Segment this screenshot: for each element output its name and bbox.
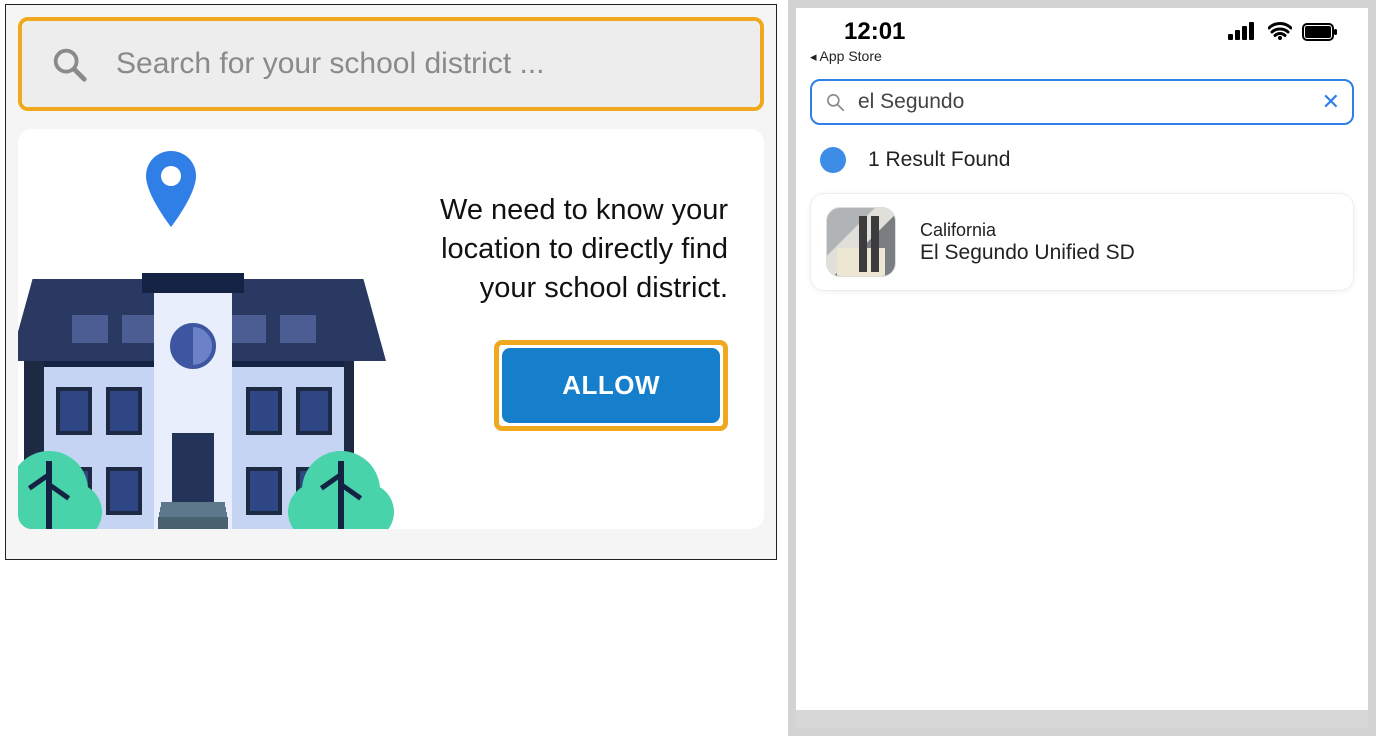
location-prompt-message: We need to know your location to directl… bbox=[400, 191, 728, 308]
battery-icon bbox=[1302, 23, 1338, 41]
phone-search-input[interactable]: el Segundo ✕ bbox=[810, 79, 1354, 125]
school-illustration bbox=[18, 147, 388, 529]
cellular-signal-icon bbox=[1228, 22, 1258, 42]
district-thumbnail bbox=[826, 207, 896, 277]
home-indicator-area bbox=[796, 710, 1368, 728]
phone-screen: 12:01 bbox=[796, 8, 1368, 728]
district-search-input[interactable]: Search for your school district ... bbox=[22, 21, 760, 107]
search-result-item[interactable]: California El Segundo Unified SD bbox=[810, 193, 1354, 291]
search-placeholder: Search for your school district ... bbox=[116, 47, 545, 81]
allow-button[interactable]: ALLOW bbox=[502, 348, 720, 423]
results-bullet-icon bbox=[820, 147, 846, 173]
results-count-row: 1 Result Found bbox=[796, 125, 1368, 185]
location-pin-icon bbox=[143, 151, 199, 227]
result-meta: California El Segundo Unified SD bbox=[920, 220, 1135, 265]
location-prompt-card: We need to know your location to directl… bbox=[18, 129, 764, 529]
phone-mock-frame: 12:01 bbox=[788, 0, 1376, 736]
location-prompt-content: We need to know your location to directl… bbox=[400, 147, 748, 431]
results-count-label: 1 Result Found bbox=[868, 148, 1010, 172]
result-state: California bbox=[920, 220, 1135, 241]
back-to-app-store[interactable]: App Store bbox=[796, 46, 1368, 71]
status-time: 12:01 bbox=[844, 18, 905, 46]
result-name: El Segundo Unified SD bbox=[920, 241, 1135, 265]
district-search-panel: Search for your school district ... We n… bbox=[5, 4, 777, 560]
search-query-text: el Segundo bbox=[858, 90, 1310, 114]
wifi-icon bbox=[1268, 22, 1292, 42]
status-bar: 12:01 bbox=[796, 8, 1368, 46]
allow-button-highlight: ALLOW bbox=[494, 340, 728, 431]
search-icon bbox=[50, 45, 88, 83]
clear-search-icon[interactable]: ✕ bbox=[1322, 89, 1340, 115]
search-icon bbox=[824, 91, 846, 113]
search-bar-highlight: Search for your school district ... bbox=[18, 17, 764, 111]
